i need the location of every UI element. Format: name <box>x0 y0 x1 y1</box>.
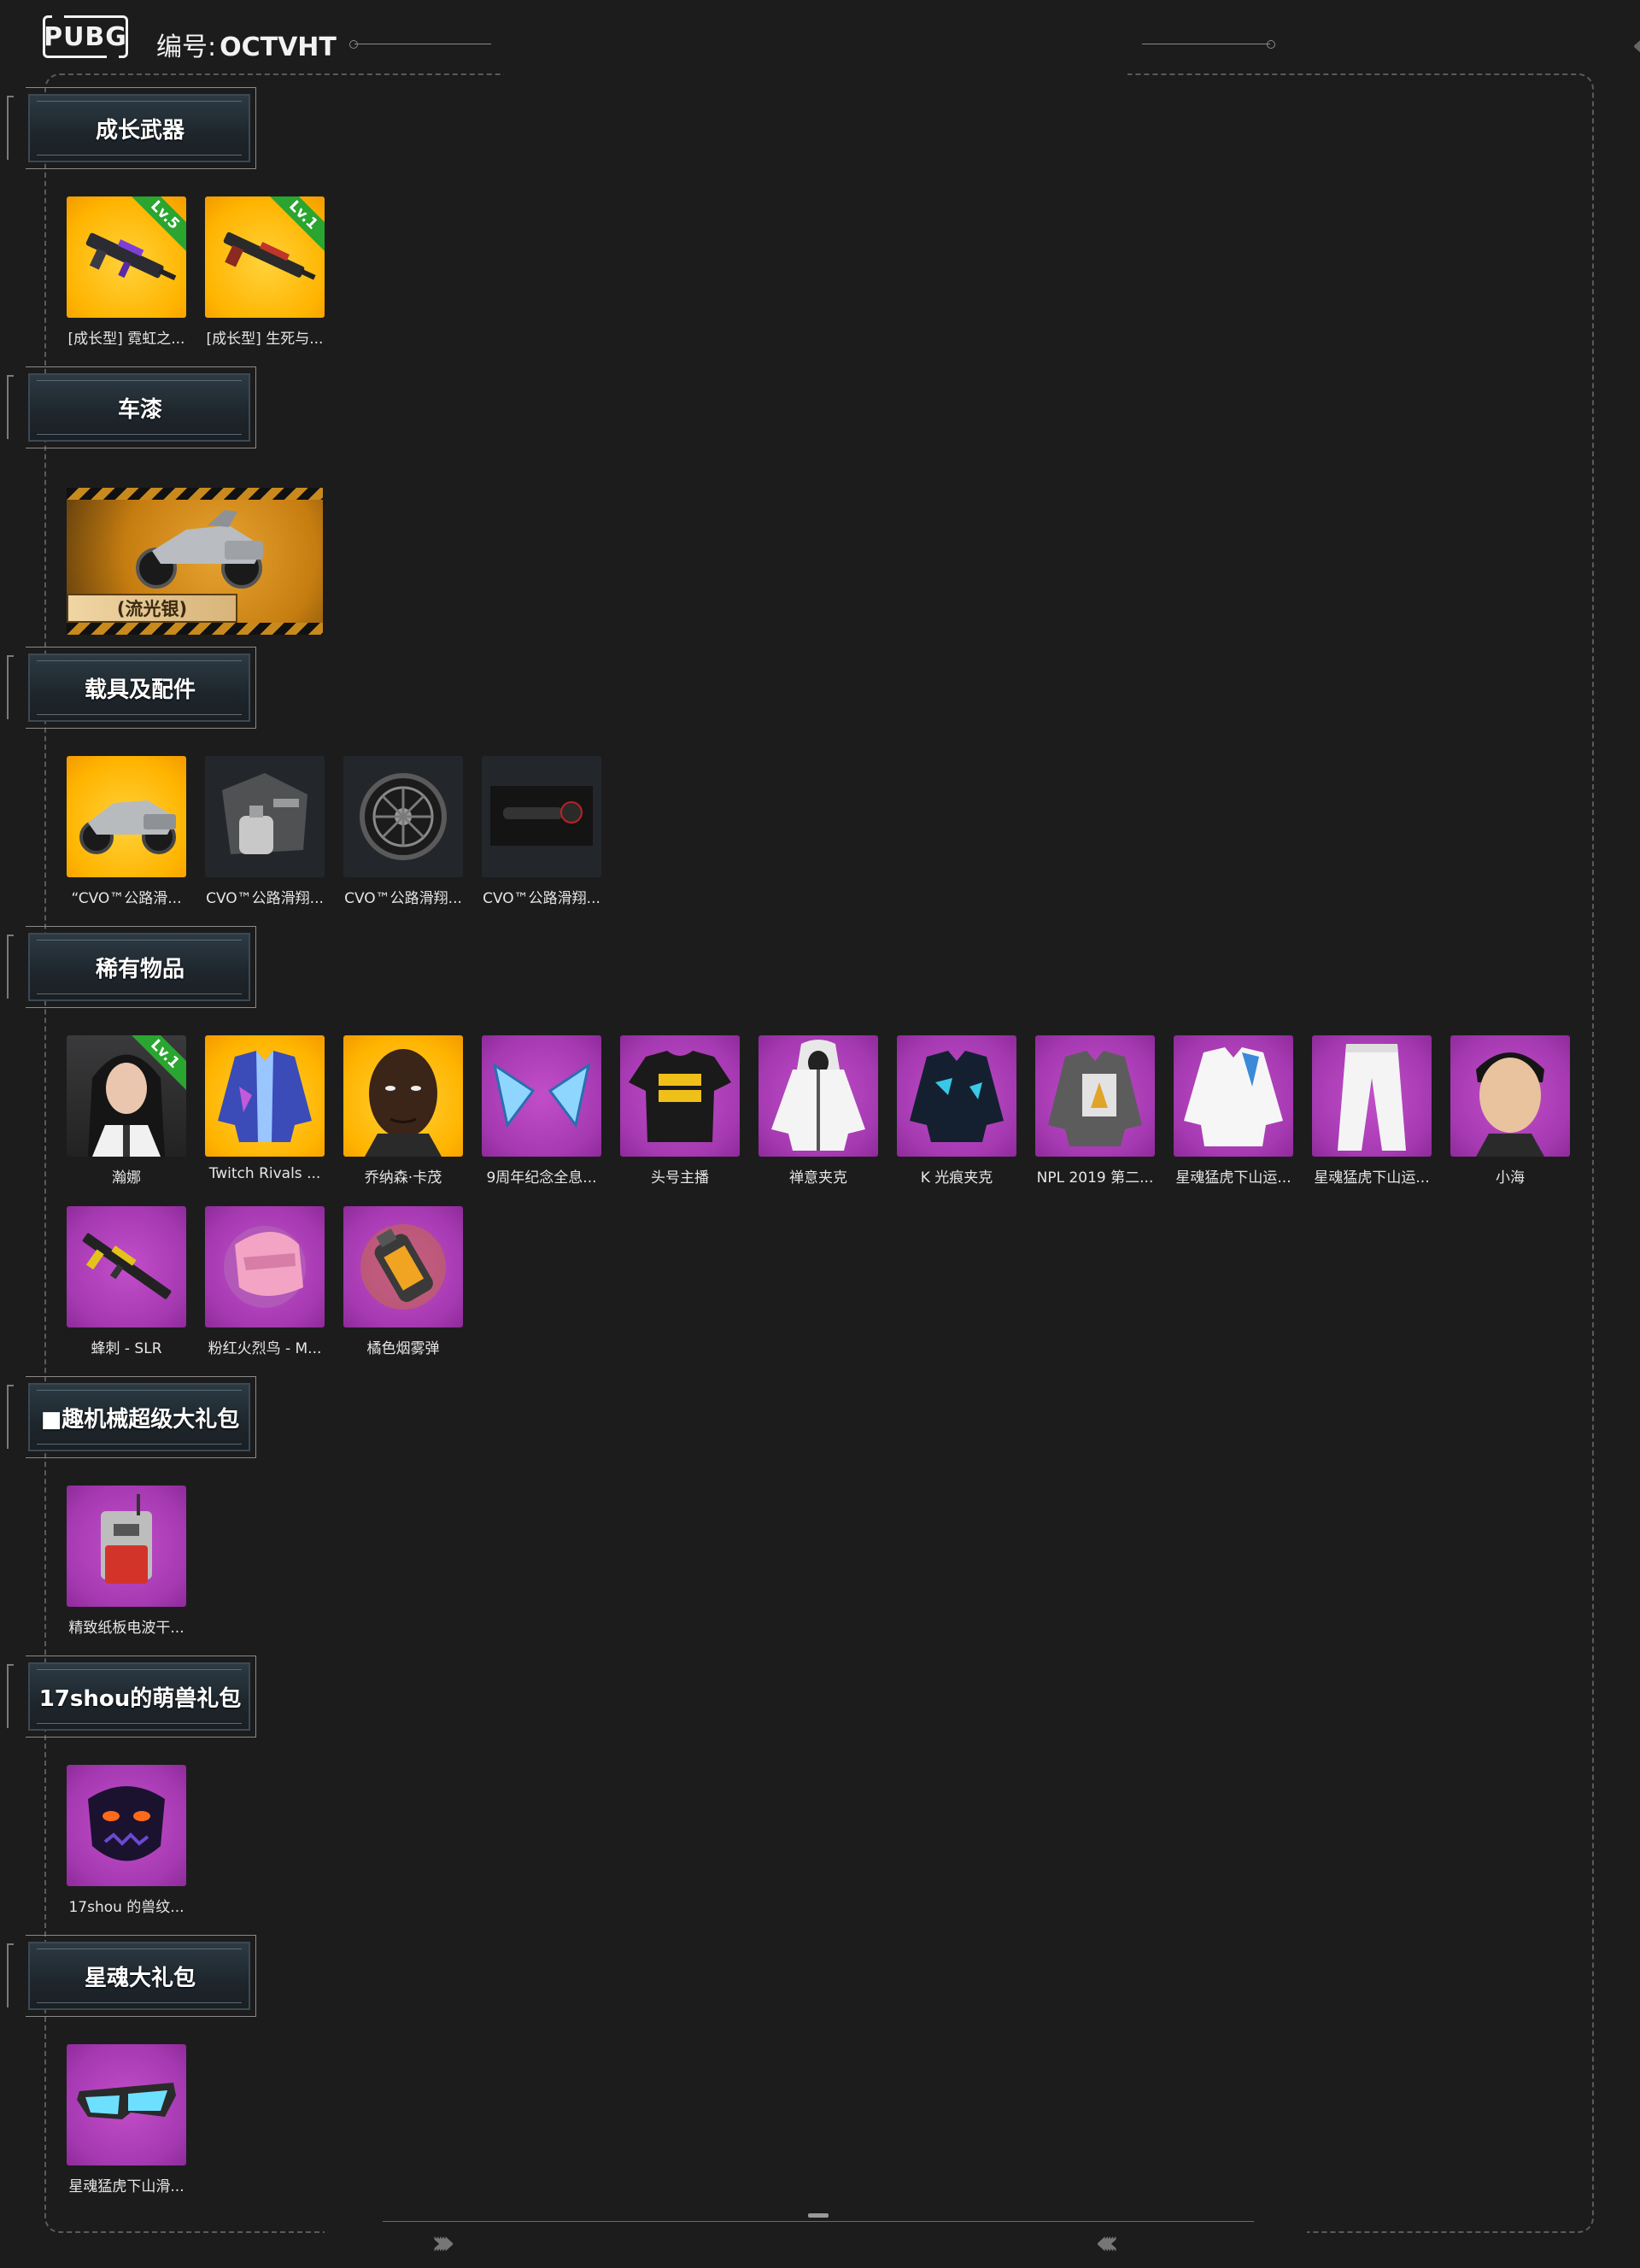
item-caption: 星魂猛虎下山运... <box>1175 1169 1292 1187</box>
item-caption: K 光痕夹克 <box>920 1169 993 1187</box>
footer-divider <box>383 2221 1254 2222</box>
item-caption: 瀚娜 <box>112 1169 141 1187</box>
grenade-icon <box>360 1224 446 1310</box>
item-grid: 17shou 的兽纹... <box>67 1765 205 1933</box>
item-card[interactable]: 禅意夹克 <box>758 1035 878 1187</box>
ears-icon <box>492 1062 591 1128</box>
mask-icon <box>88 1786 165 1861</box>
item-caption: 精致纸板电波干... <box>68 1620 184 1637</box>
item-caption: 粉红火烈鸟 - M... <box>208 1340 322 1357</box>
backpack-icon <box>101 1494 152 1584</box>
item-card[interactable]: 9周年纪念全息... <box>482 1035 601 1187</box>
section-header: 成长武器 <box>7 85 256 171</box>
item-caption: CVO™公路滑翔... <box>483 890 600 907</box>
section-title: 星魂大礼包 <box>84 1965 196 1991</box>
item-caption: 禅意夹克 <box>789 1169 847 1187</box>
item-card[interactable]: Lv.5 [成长型] 霓虹之... <box>67 196 186 348</box>
paint-name-tag: (流光银) <box>67 594 237 623</box>
item-card[interactable]: CVO™公路滑翔... <box>205 756 325 907</box>
item-caption: 17shou 的兽纹... <box>68 1899 184 1916</box>
item-caption: [成长型] 生死与... <box>206 331 324 348</box>
pants-icon <box>1338 1044 1406 1151</box>
item-caption: 头号主播 <box>651 1169 709 1187</box>
item-card[interactable]: Twitch Rivals ... <box>205 1035 325 1187</box>
section-title: ■趣机械超级大礼包 <box>40 1406 240 1433</box>
item-card[interactable]: 17shou 的兽纹... <box>67 1765 186 1916</box>
jacket-icon <box>218 1051 312 1142</box>
item-grid: Lv.1 瀚娜 Twitch Rivals ... 乔纳森·卡茂 9周年纪念全息… <box>67 1035 1640 1204</box>
item-caption: “CVO™公路滑... <box>71 890 182 907</box>
item-caption: 乔纳森·卡茂 <box>364 1169 442 1187</box>
face-icon <box>1476 1052 1544 1157</box>
item-caption: 9周年纪念全息... <box>486 1169 597 1187</box>
item-caption: 橘色烟雾弹 <box>366 1340 440 1357</box>
item-card[interactable]: 精致纸板电波干... <box>67 1486 186 1637</box>
shirt-icon <box>1184 1047 1283 1146</box>
wheel-icon <box>360 773 447 860</box>
section-header: 稀有物品 <box>7 924 256 1010</box>
item-card[interactable]: 乔纳森·卡茂 <box>343 1035 463 1187</box>
chevrons-right-icon: ›› ››› <box>431 2224 455 2261</box>
item-grid: 星魂猛虎下山滑... <box>67 2044 205 2212</box>
item-card[interactable]: CVO™公路滑翔... <box>343 756 463 907</box>
item-grid: “CVO™公路滑... CVO™公路滑翔... CVO™公路滑翔... CVO™… <box>67 756 620 924</box>
item-card[interactable]: Lv.1 瀚娜 <box>67 1035 186 1187</box>
item-caption: CVO™公路滑翔... <box>206 890 324 907</box>
item-grid: 蜂刺 - SLR 粉红火烈鸟 - M... 橘色烟雾弹 <box>67 1206 482 1374</box>
item-grid: Lv.5 [成长型] 霓虹之... Lv.1 [成长型] 生死与... <box>67 196 343 365</box>
item-card[interactable]: CVO™公路滑翔... <box>482 756 601 907</box>
chevrons-left-icon: ‹‹‹ ‹‹ <box>1095 2224 1119 2261</box>
item-card[interactable]: “CVO™公路滑... <box>67 756 186 907</box>
section-header: 星魂大礼包 <box>7 1933 256 2019</box>
item-caption: 星魂猛虎下山滑... <box>68 2178 184 2195</box>
serial-label: 编号: <box>156 32 217 62</box>
item-caption: 星魂猛虎下山运... <box>1314 1169 1430 1187</box>
motorcycle-icon <box>79 800 176 854</box>
item-caption: NPL 2019 第二... <box>1036 1169 1154 1187</box>
item-card[interactable]: 橘色烟雾弹 <box>343 1206 463 1357</box>
item-card[interactable]: Lv.1 [成长型] 生死与... <box>205 196 325 348</box>
serial-value: OCTVHT <box>220 32 337 62</box>
item-caption: 小海 <box>1496 1169 1525 1187</box>
item-caption: 蜂刺 - SLR <box>91 1340 162 1357</box>
section-header: 载具及配件 <box>7 645 256 730</box>
footer-handle[interactable] <box>808 2213 829 2218</box>
tshirt-icon <box>629 1051 731 1142</box>
item-caption: CVO™公路滑翔... <box>344 890 462 907</box>
jacket-icon <box>1048 1051 1142 1146</box>
vehicle-paint-card[interactable]: (流光银) <box>67 488 323 635</box>
item-card[interactable]: 粉红火烈鸟 - M... <box>205 1206 325 1357</box>
section-title: 车漆 <box>117 396 162 423</box>
section-header: 17shou的萌兽礼包 <box>7 1654 256 1739</box>
item-card[interactable]: 小海 <box>1450 1035 1570 1187</box>
item-caption: Twitch Rivals ... <box>208 1165 321 1182</box>
exhaust-icon <box>490 786 593 846</box>
face-icon <box>365 1049 442 1157</box>
rifle-icon <box>82 1233 172 1299</box>
motorcycle-icon <box>136 510 263 589</box>
chevrons-left-icon: ‹‹‹‹‹ <box>1631 26 1640 65</box>
section-header: 车漆 <box>7 365 256 450</box>
helmet-icon <box>224 1226 306 1308</box>
item-grid: 精致纸板电波干... <box>67 1486 205 1654</box>
engine-icon <box>222 773 308 854</box>
jacket-icon <box>910 1051 1004 1142</box>
section-title: 稀有物品 <box>95 956 184 982</box>
section-title: 17shou的萌兽礼包 <box>38 1685 242 1712</box>
serial-number: 编号: OCTVHT <box>156 26 337 63</box>
pubg-logo: PUBG <box>43 15 128 59</box>
item-card[interactable]: 星魂猛虎下山滑... <box>67 2044 186 2195</box>
item-card[interactable]: 蜂刺 - SLR <box>67 1206 186 1357</box>
goggles-icon <box>77 2083 176 2119</box>
item-card[interactable]: 头号主播 <box>620 1035 740 1187</box>
item-caption: [成长型] 霓虹之... <box>67 331 185 348</box>
item-card[interactable]: NPL 2019 第二... <box>1035 1035 1155 1187</box>
section-header: ■趣机械超级大礼包 <box>7 1374 256 1460</box>
item-card[interactable]: 星魂猛虎下山运... <box>1174 1035 1293 1187</box>
item-card[interactable]: 星魂猛虎下山运... <box>1312 1035 1432 1187</box>
hoodie-icon <box>771 1040 865 1151</box>
item-card[interactable]: K 光痕夹克 <box>897 1035 1016 1187</box>
section-title: 载具及配件 <box>84 677 196 703</box>
section-title: 成长武器 <box>95 117 184 144</box>
